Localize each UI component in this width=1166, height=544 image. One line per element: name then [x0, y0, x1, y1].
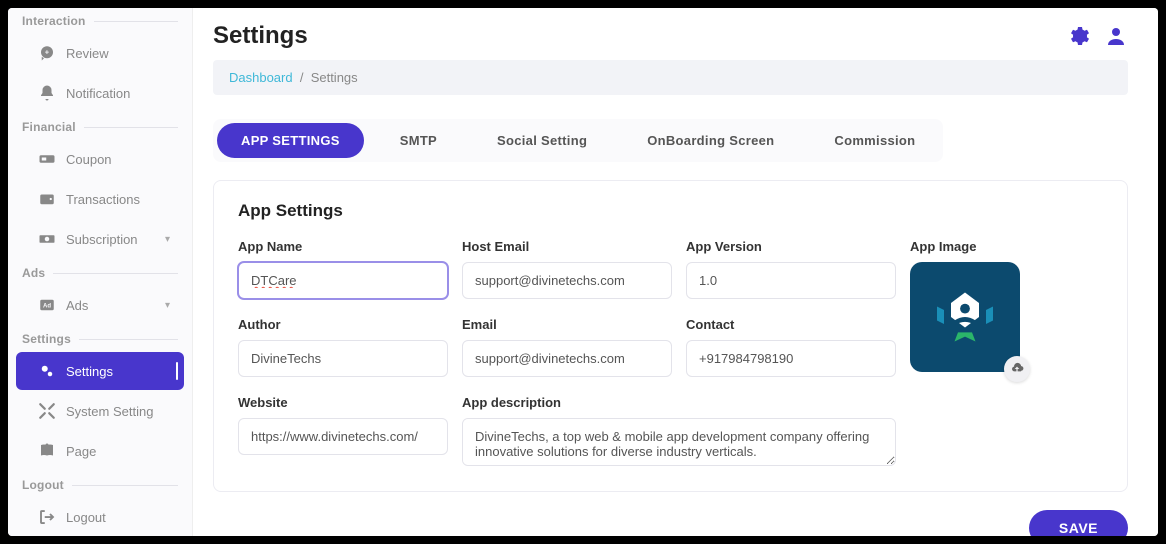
sidebar-item-logout[interactable]: Logout [16, 498, 184, 536]
breadcrumb-current: Settings [311, 70, 358, 85]
settings-gear-icon[interactable] [1066, 24, 1090, 48]
svg-text:+: + [45, 48, 50, 57]
tab-social-setting[interactable]: Social Setting [473, 123, 611, 158]
nav-label: System Setting [66, 404, 153, 419]
label-app-version: App Version [686, 239, 896, 254]
tab-commission[interactable]: Commission [810, 123, 939, 158]
field-app-name: App Name [238, 239, 448, 299]
sidebar: Interaction + Review Notification Financ… [8, 8, 193, 536]
label-contact: Contact [686, 317, 896, 332]
field-app-description: App description [462, 395, 896, 471]
nav-label: Logout [66, 510, 106, 525]
gears-icon [38, 362, 56, 380]
field-email: Email [462, 317, 672, 377]
input-email[interactable] [462, 340, 672, 377]
sidebar-item-system-setting[interactable]: System Setting [16, 392, 184, 430]
ad-icon: Ad [38, 296, 56, 314]
book-icon [38, 442, 56, 460]
label-host-email: Host Email [462, 239, 672, 254]
chevron-down-icon: ▾ [165, 300, 170, 311]
sidebar-item-settings[interactable]: Settings [16, 352, 184, 390]
breadcrumb-home[interactable]: Dashboard [229, 70, 293, 85]
main-content: Settings Dashboard / Settings APP SETTIN… [193, 8, 1158, 536]
tabs: APP SETTINGS SMTP Social Setting OnBoard… [213, 119, 943, 162]
nav-label: Page [66, 444, 96, 459]
ticket-icon [38, 150, 56, 168]
input-app-name[interactable] [238, 262, 448, 299]
section-logout: Logout [8, 472, 192, 496]
app-settings-card: App Settings App Name Host Email App Ver… [213, 180, 1128, 492]
logout-icon [38, 508, 56, 526]
sidebar-item-coupon[interactable]: Coupon [16, 140, 184, 178]
nav-label: Settings [66, 364, 113, 379]
input-app-version[interactable] [686, 262, 896, 299]
sidebar-item-page[interactable]: Page [16, 432, 184, 470]
input-app-description[interactable] [462, 418, 896, 466]
input-contact[interactable] [686, 340, 896, 377]
user-profile-icon[interactable] [1104, 24, 1128, 48]
field-host-email: Host Email [462, 239, 672, 299]
nav-label: Transactions [66, 192, 140, 207]
label-email: Email [462, 317, 672, 332]
nav-label: Coupon [66, 152, 112, 167]
wallet-icon [38, 190, 56, 208]
field-author: Author [238, 317, 448, 377]
upload-image-button[interactable] [1004, 356, 1030, 382]
input-author[interactable] [238, 340, 448, 377]
page-title: Settings [213, 22, 308, 50]
field-app-version: App Version [686, 239, 896, 299]
section-interaction: Interaction [8, 8, 192, 32]
sidebar-item-notification[interactable]: Notification [16, 74, 184, 112]
field-app-image: App Image [910, 239, 1103, 372]
save-button[interactable]: SAVE [1029, 510, 1128, 536]
tab-onboarding-screen[interactable]: OnBoarding Screen [623, 123, 798, 158]
section-financial: Financial [8, 114, 192, 138]
sidebar-item-subscription[interactable]: Subscription ▾ [16, 220, 184, 258]
sidebar-item-transactions[interactable]: Transactions [16, 180, 184, 218]
sidebar-item-ads[interactable]: Ad Ads ▾ [16, 286, 184, 324]
app-image-preview [910, 262, 1020, 372]
bell-icon [38, 84, 56, 102]
nav-label: Review [66, 46, 109, 61]
cash-icon [38, 230, 56, 248]
breadcrumb: Dashboard / Settings [213, 60, 1128, 95]
input-host-email[interactable] [462, 262, 672, 299]
chevron-down-icon: ▾ [165, 234, 170, 245]
label-author: Author [238, 317, 448, 332]
label-app-description: App description [462, 395, 896, 410]
label-app-image: App Image [910, 239, 1103, 254]
tab-smtp[interactable]: SMTP [376, 123, 461, 158]
nav-label: Ads [66, 298, 88, 313]
field-contact: Contact [686, 317, 896, 377]
card-title: App Settings [238, 201, 1103, 221]
chat-icon: + [38, 44, 56, 62]
svg-text:Ad: Ad [43, 303, 51, 309]
input-website[interactable] [238, 418, 448, 455]
label-website: Website [238, 395, 448, 410]
label-app-name: App Name [238, 239, 448, 254]
sidebar-item-review[interactable]: + Review [16, 34, 184, 72]
nav-label: Notification [66, 86, 130, 101]
field-website: Website [238, 395, 448, 455]
tab-app-settings[interactable]: APP SETTINGS [217, 123, 364, 158]
nav-label: Subscription [66, 232, 138, 247]
section-ads: Ads [8, 260, 192, 284]
section-settings: Settings [8, 326, 192, 350]
tools-icon [38, 402, 56, 420]
